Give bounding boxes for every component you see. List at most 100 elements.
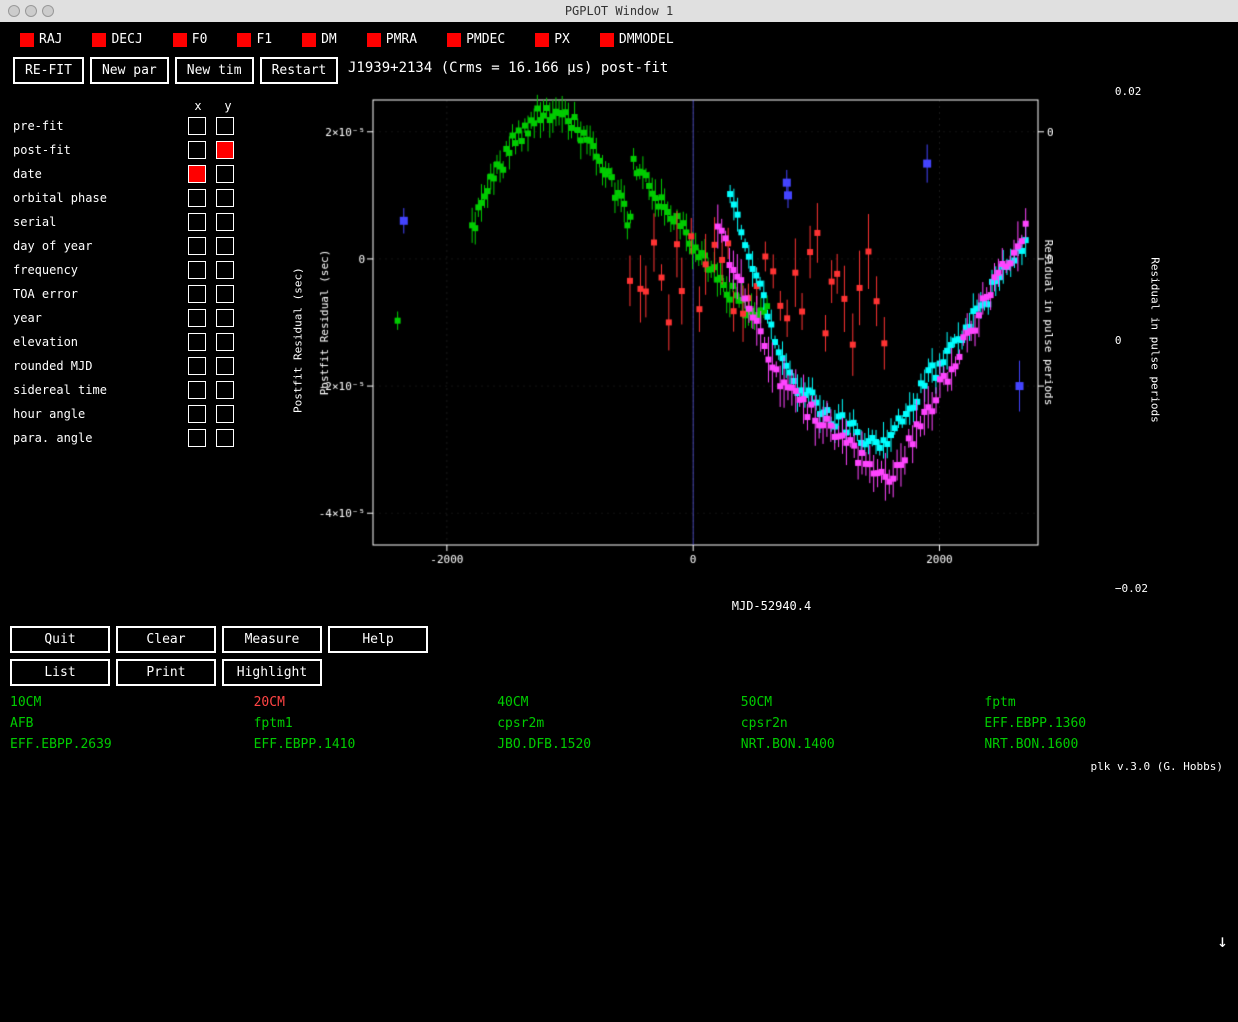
param-grid: x y pre-fit post-fit date orbital phase … xyxy=(8,99,283,449)
quit-button[interactable]: Quit xyxy=(10,626,110,653)
checkbox-pair xyxy=(188,189,234,207)
x-checkbox[interactable] xyxy=(188,309,206,327)
param-label: DMMODEL xyxy=(619,32,674,47)
y-checkbox[interactable] xyxy=(216,309,234,327)
param-indicator xyxy=(237,33,251,47)
close-btn[interactable] xyxy=(8,5,20,17)
checkbox-pair xyxy=(188,285,234,303)
x-axis-label: MJD-52940.4 xyxy=(313,599,1230,613)
titlebar: PGPLOT Window 1 xyxy=(0,0,1238,22)
y-checkbox[interactable] xyxy=(216,405,234,423)
x-checkbox[interactable] xyxy=(188,165,206,183)
checkbox-pair xyxy=(188,237,234,255)
param-row-13: para. angle xyxy=(13,427,283,449)
measure-button[interactable]: Measure xyxy=(222,626,322,653)
param-row-8: year xyxy=(13,307,283,329)
checkbox-pair xyxy=(188,381,234,399)
param-row-name: sidereal time xyxy=(13,383,188,397)
param-label: F1 xyxy=(256,32,272,47)
param-raj[interactable]: RAJ xyxy=(20,32,62,47)
y-checkbox[interactable] xyxy=(216,117,234,135)
param-row-3: orbital phase xyxy=(13,187,283,209)
param-row-5: day of year xyxy=(13,235,283,257)
y-checkbox[interactable] xyxy=(216,141,234,159)
y-checkbox[interactable] xyxy=(216,429,234,447)
param-px[interactable]: PX xyxy=(535,32,570,47)
param-indicator xyxy=(173,33,187,47)
param-grid-header: x y xyxy=(188,99,283,113)
param-f1[interactable]: F1 xyxy=(237,32,272,47)
param-row-4: serial xyxy=(13,211,283,233)
y-checkbox[interactable] xyxy=(216,285,234,303)
x-checkbox[interactable] xyxy=(188,285,206,303)
param-dm[interactable]: DM xyxy=(302,32,337,47)
x-checkbox[interactable] xyxy=(188,381,206,399)
x-checkbox[interactable] xyxy=(188,189,206,207)
legend-item-9: EFF.EBPP.1360 xyxy=(984,715,1228,732)
checkbox-pair xyxy=(188,309,234,327)
x-checkbox[interactable] xyxy=(188,117,206,135)
y-checkbox[interactable] xyxy=(216,261,234,279)
window-controls xyxy=(8,5,54,17)
plk-version: plk v.3.0 (G. Hobbs) xyxy=(1091,760,1223,773)
param-row-name: para. angle xyxy=(13,431,188,445)
param-indicator xyxy=(447,33,461,47)
help-button[interactable]: Help xyxy=(328,626,428,653)
param-f0[interactable]: F0 xyxy=(173,32,208,47)
y-checkbox[interactable] xyxy=(216,237,234,255)
param-row-11: sidereal time xyxy=(13,379,283,401)
legend-item-12: JBO.DFB.1520 xyxy=(497,736,741,753)
param-label: DM xyxy=(321,32,337,47)
param-decj[interactable]: DECJ xyxy=(92,32,142,47)
x-checkbox[interactable] xyxy=(188,429,206,447)
y-axis-left-label: Postfit Residual (sec) xyxy=(283,90,313,590)
x-checkbox[interactable] xyxy=(188,237,206,255)
legend-item-2: 40CM xyxy=(497,694,741,711)
x-checkbox[interactable] xyxy=(188,141,206,159)
scroll-down-icon[interactable]: ↓ xyxy=(1217,931,1228,952)
minimize-btn[interactable] xyxy=(25,5,37,17)
param-row-10: rounded MJD xyxy=(13,355,283,377)
y-checkbox[interactable] xyxy=(216,213,234,231)
param-row-name: rounded MJD xyxy=(13,359,188,373)
newpar-button[interactable]: New par xyxy=(90,57,169,84)
param-row-name: frequency xyxy=(13,263,188,277)
x-checkbox[interactable] xyxy=(188,357,206,375)
list-button[interactable]: List xyxy=(10,659,110,686)
checkbox-pair xyxy=(188,261,234,279)
restart-button[interactable]: Restart xyxy=(260,57,339,84)
window-title: PGPLOT Window 1 xyxy=(565,4,673,18)
param-dmmodel[interactable]: DMMODEL xyxy=(600,32,674,47)
x-checkbox[interactable] xyxy=(188,333,206,351)
param-pmdec[interactable]: PMDEC xyxy=(447,32,505,47)
x-checkbox[interactable] xyxy=(188,213,206,231)
checkbox-pair xyxy=(188,405,234,423)
maximize-btn[interactable] xyxy=(42,5,54,17)
param-indicator xyxy=(535,33,549,47)
print-button[interactable]: Print xyxy=(116,659,216,686)
y-checkbox[interactable] xyxy=(216,189,234,207)
legend-item-1: 20CM xyxy=(254,694,498,711)
bottom-buttons-row2: List Print Highlight xyxy=(10,659,1228,686)
param-row-name: day of year xyxy=(13,239,188,253)
param-pmra[interactable]: PMRA xyxy=(367,32,417,47)
param-row-name: TOA error xyxy=(13,287,188,301)
x-checkbox[interactable] xyxy=(188,261,206,279)
y-checkbox[interactable] xyxy=(216,165,234,183)
param-indicator xyxy=(20,33,34,47)
newtim-button[interactable]: New tim xyxy=(175,57,254,84)
y-checkbox[interactable] xyxy=(216,357,234,375)
y-checkbox[interactable] xyxy=(216,333,234,351)
legend-section: 10CM20CM40CM50CMfptmAFBfptm1cpsr2mcpsr2n… xyxy=(10,694,1228,753)
x-checkbox[interactable] xyxy=(188,405,206,423)
param-row-name: hour angle xyxy=(13,407,188,421)
param-row-2: date xyxy=(13,163,283,185)
clear-button[interactable]: Clear xyxy=(116,626,216,653)
toolbar: RE-FIT New par New tim Restart xyxy=(8,57,283,84)
y-checkbox[interactable] xyxy=(216,381,234,399)
legend-item-6: fptm1 xyxy=(254,715,498,732)
highlight-button[interactable]: Highlight xyxy=(222,659,322,686)
plot-canvas[interactable] xyxy=(313,85,1053,595)
refit-button[interactable]: RE-FIT xyxy=(13,57,84,84)
param-indicator xyxy=(92,33,106,47)
